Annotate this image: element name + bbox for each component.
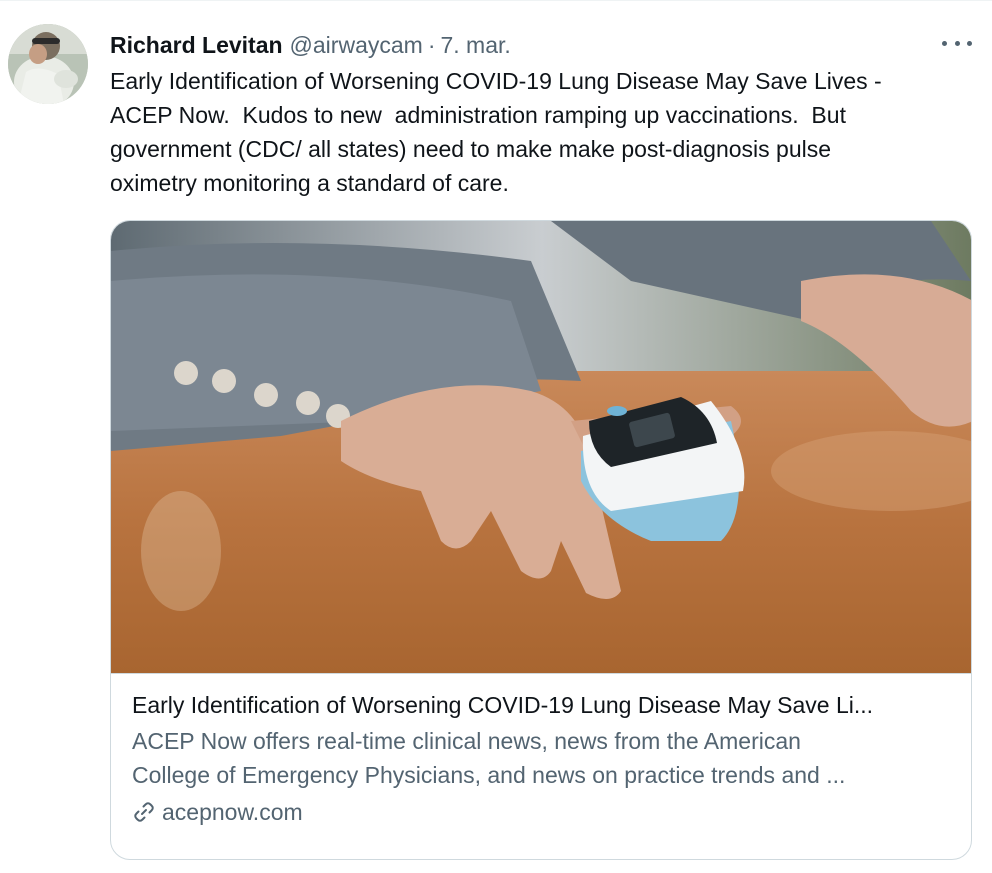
- card-image[interactable]: [111, 221, 971, 674]
- tweet-header: Richard Levitan @airwaycam · 7. mar.: [110, 30, 968, 60]
- card-domain-text: acepnow.com: [162, 799, 303, 825]
- author-handle[interactable]: @airwaycam: [290, 31, 423, 59]
- card-domain[interactable]: acepnow.com: [132, 795, 952, 829]
- more-dot: [967, 40, 972, 46]
- avatar-photo: [8, 24, 88, 104]
- top-divider: [0, 0, 992, 1]
- card-body: Early Identification of Worsening COVID-…: [132, 689, 952, 829]
- pulse-oximeter-photo: [111, 221, 971, 673]
- author-name[interactable]: Richard Levitan: [110, 31, 283, 59]
- more-horizontal-icon[interactable]: [942, 33, 972, 53]
- tweet-text: Early Identification of Worsening COVID-…: [110, 68, 882, 196]
- more-dot: [942, 40, 947, 46]
- card-title[interactable]: Early Identification of Worsening COVID-…: [132, 689, 952, 721]
- more-dot: [954, 40, 960, 46]
- card-description: ACEP Now offers real-time clinical news,…: [132, 728, 846, 788]
- tweet-timestamp[interactable]: 7. mar.: [440, 31, 510, 59]
- header-separator: ·: [427, 32, 436, 58]
- link-icon: [132, 800, 156, 824]
- avatar[interactable]: [8, 24, 88, 104]
- link-card[interactable]: Early Identification of Worsening COVID-…: [110, 220, 972, 860]
